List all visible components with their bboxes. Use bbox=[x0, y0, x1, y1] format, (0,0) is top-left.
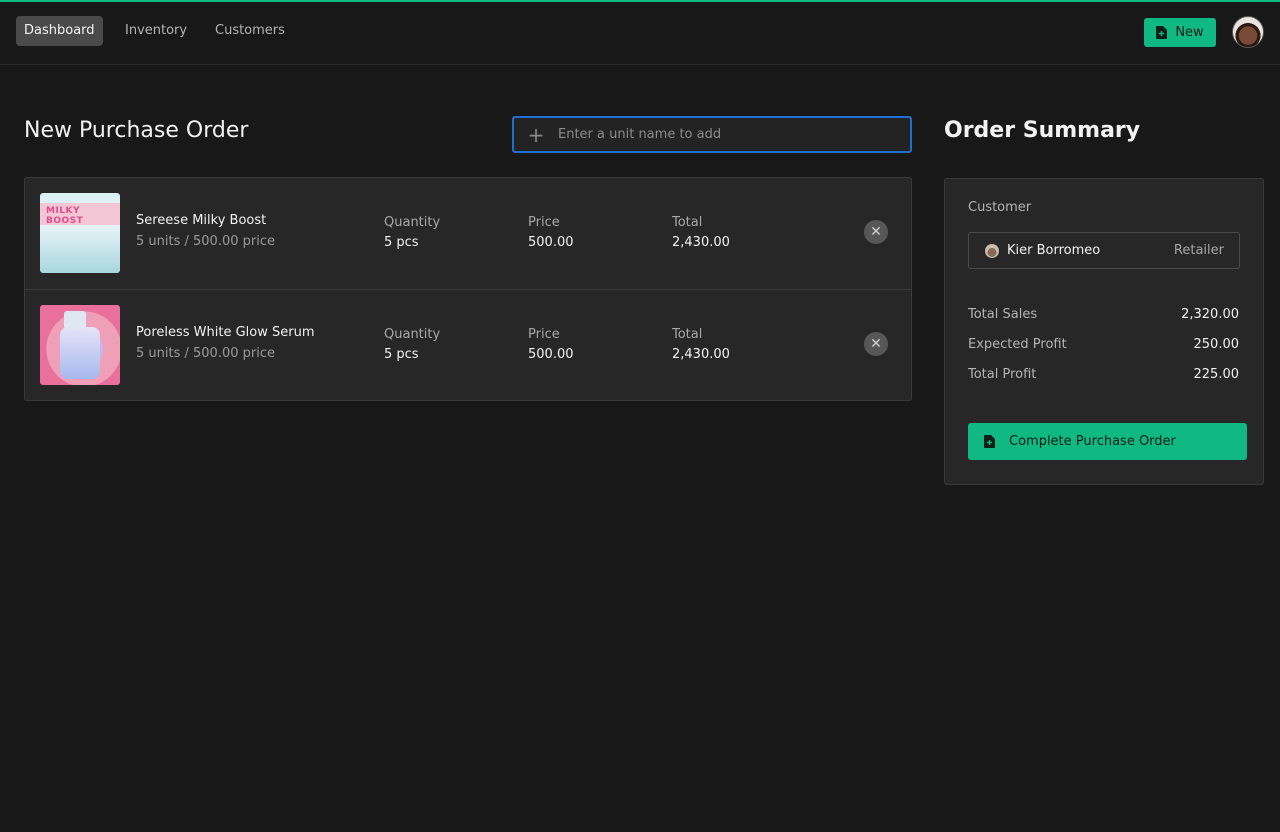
total-label: Total bbox=[672, 215, 703, 230]
quantity-value: 5 pcs bbox=[384, 347, 419, 362]
top-navbar: Dashboard Inventory Customers New bbox=[0, 2, 1280, 65]
close-icon: ✕ bbox=[870, 336, 882, 352]
customer-name: Kier Borromeo bbox=[1007, 243, 1101, 258]
file-plus-icon bbox=[1156, 26, 1168, 39]
nav-item-customers[interactable]: Customers bbox=[207, 16, 293, 46]
product-details: 5 units / 500.00 price bbox=[136, 234, 275, 249]
summary-title: Order Summary bbox=[944, 118, 1141, 143]
unit-search-input[interactable] bbox=[558, 127, 910, 142]
price-value: 500.00 bbox=[528, 347, 574, 362]
nav-item-dashboard[interactable]: Dashboard bbox=[16, 16, 103, 46]
total-profit-value: 225.00 bbox=[1193, 367, 1240, 382]
customer-avatar bbox=[985, 244, 999, 258]
product-details: 5 units / 500.00 price bbox=[136, 346, 275, 361]
customer-label: Customer bbox=[968, 200, 1032, 215]
product-thumbnail bbox=[40, 305, 120, 385]
total-sales-label: Total Sales bbox=[968, 307, 1038, 322]
price-value: 500.00 bbox=[528, 235, 574, 250]
quantity-value: 5 pcs bbox=[384, 235, 419, 250]
order-items-list: MILKY BOOST Sereese Milky Boost 5 units … bbox=[24, 177, 912, 401]
order-summary-panel: Customer Kier Borromeo Retailer Total Sa… bbox=[944, 178, 1264, 485]
order-item-row: Poreless White Glow Serum 5 units / 500.… bbox=[25, 289, 911, 400]
page-title: New Purchase Order bbox=[24, 118, 249, 143]
price-label: Price bbox=[528, 215, 560, 230]
unit-search-field[interactable]: + bbox=[512, 116, 912, 153]
customer-selector[interactable]: Kier Borromeo Retailer bbox=[968, 232, 1240, 269]
file-plus-icon bbox=[984, 435, 995, 448]
product-name: Sereese Milky Boost bbox=[136, 213, 267, 228]
total-profit-label: Total Profit bbox=[968, 367, 1037, 382]
remove-item-button[interactable]: ✕ bbox=[864, 220, 888, 244]
plus-icon: + bbox=[527, 122, 545, 147]
expected-profit-value: 250.00 bbox=[1193, 337, 1240, 352]
remove-item-button[interactable]: ✕ bbox=[864, 332, 888, 356]
total-sales-value: 2,320.00 bbox=[1181, 307, 1239, 322]
order-item-row: MILKY BOOST Sereese Milky Boost 5 units … bbox=[25, 178, 911, 289]
total-label: Total bbox=[672, 327, 703, 342]
total-value: 2,430.00 bbox=[672, 347, 730, 362]
price-label: Price bbox=[528, 327, 560, 342]
product-name: Poreless White Glow Serum bbox=[136, 325, 315, 340]
user-avatar[interactable] bbox=[1232, 16, 1264, 48]
customer-type: Retailer bbox=[1173, 243, 1224, 258]
new-button[interactable]: New bbox=[1144, 18, 1216, 47]
complete-button-label: Complete Purchase Order bbox=[1009, 434, 1176, 449]
new-button-label: New bbox=[1175, 25, 1204, 40]
quantity-label: Quantity bbox=[384, 327, 441, 342]
quantity-label: Quantity bbox=[384, 215, 441, 230]
nav-item-inventory[interactable]: Inventory bbox=[117, 16, 195, 46]
thumbnail-label: MILKY BOOST bbox=[46, 206, 84, 226]
expected-profit-label: Expected Profit bbox=[968, 337, 1067, 352]
product-thumbnail: MILKY BOOST bbox=[40, 193, 120, 273]
close-icon: ✕ bbox=[870, 224, 882, 240]
total-value: 2,430.00 bbox=[672, 235, 730, 250]
complete-purchase-order-button[interactable]: Complete Purchase Order bbox=[968, 423, 1247, 460]
